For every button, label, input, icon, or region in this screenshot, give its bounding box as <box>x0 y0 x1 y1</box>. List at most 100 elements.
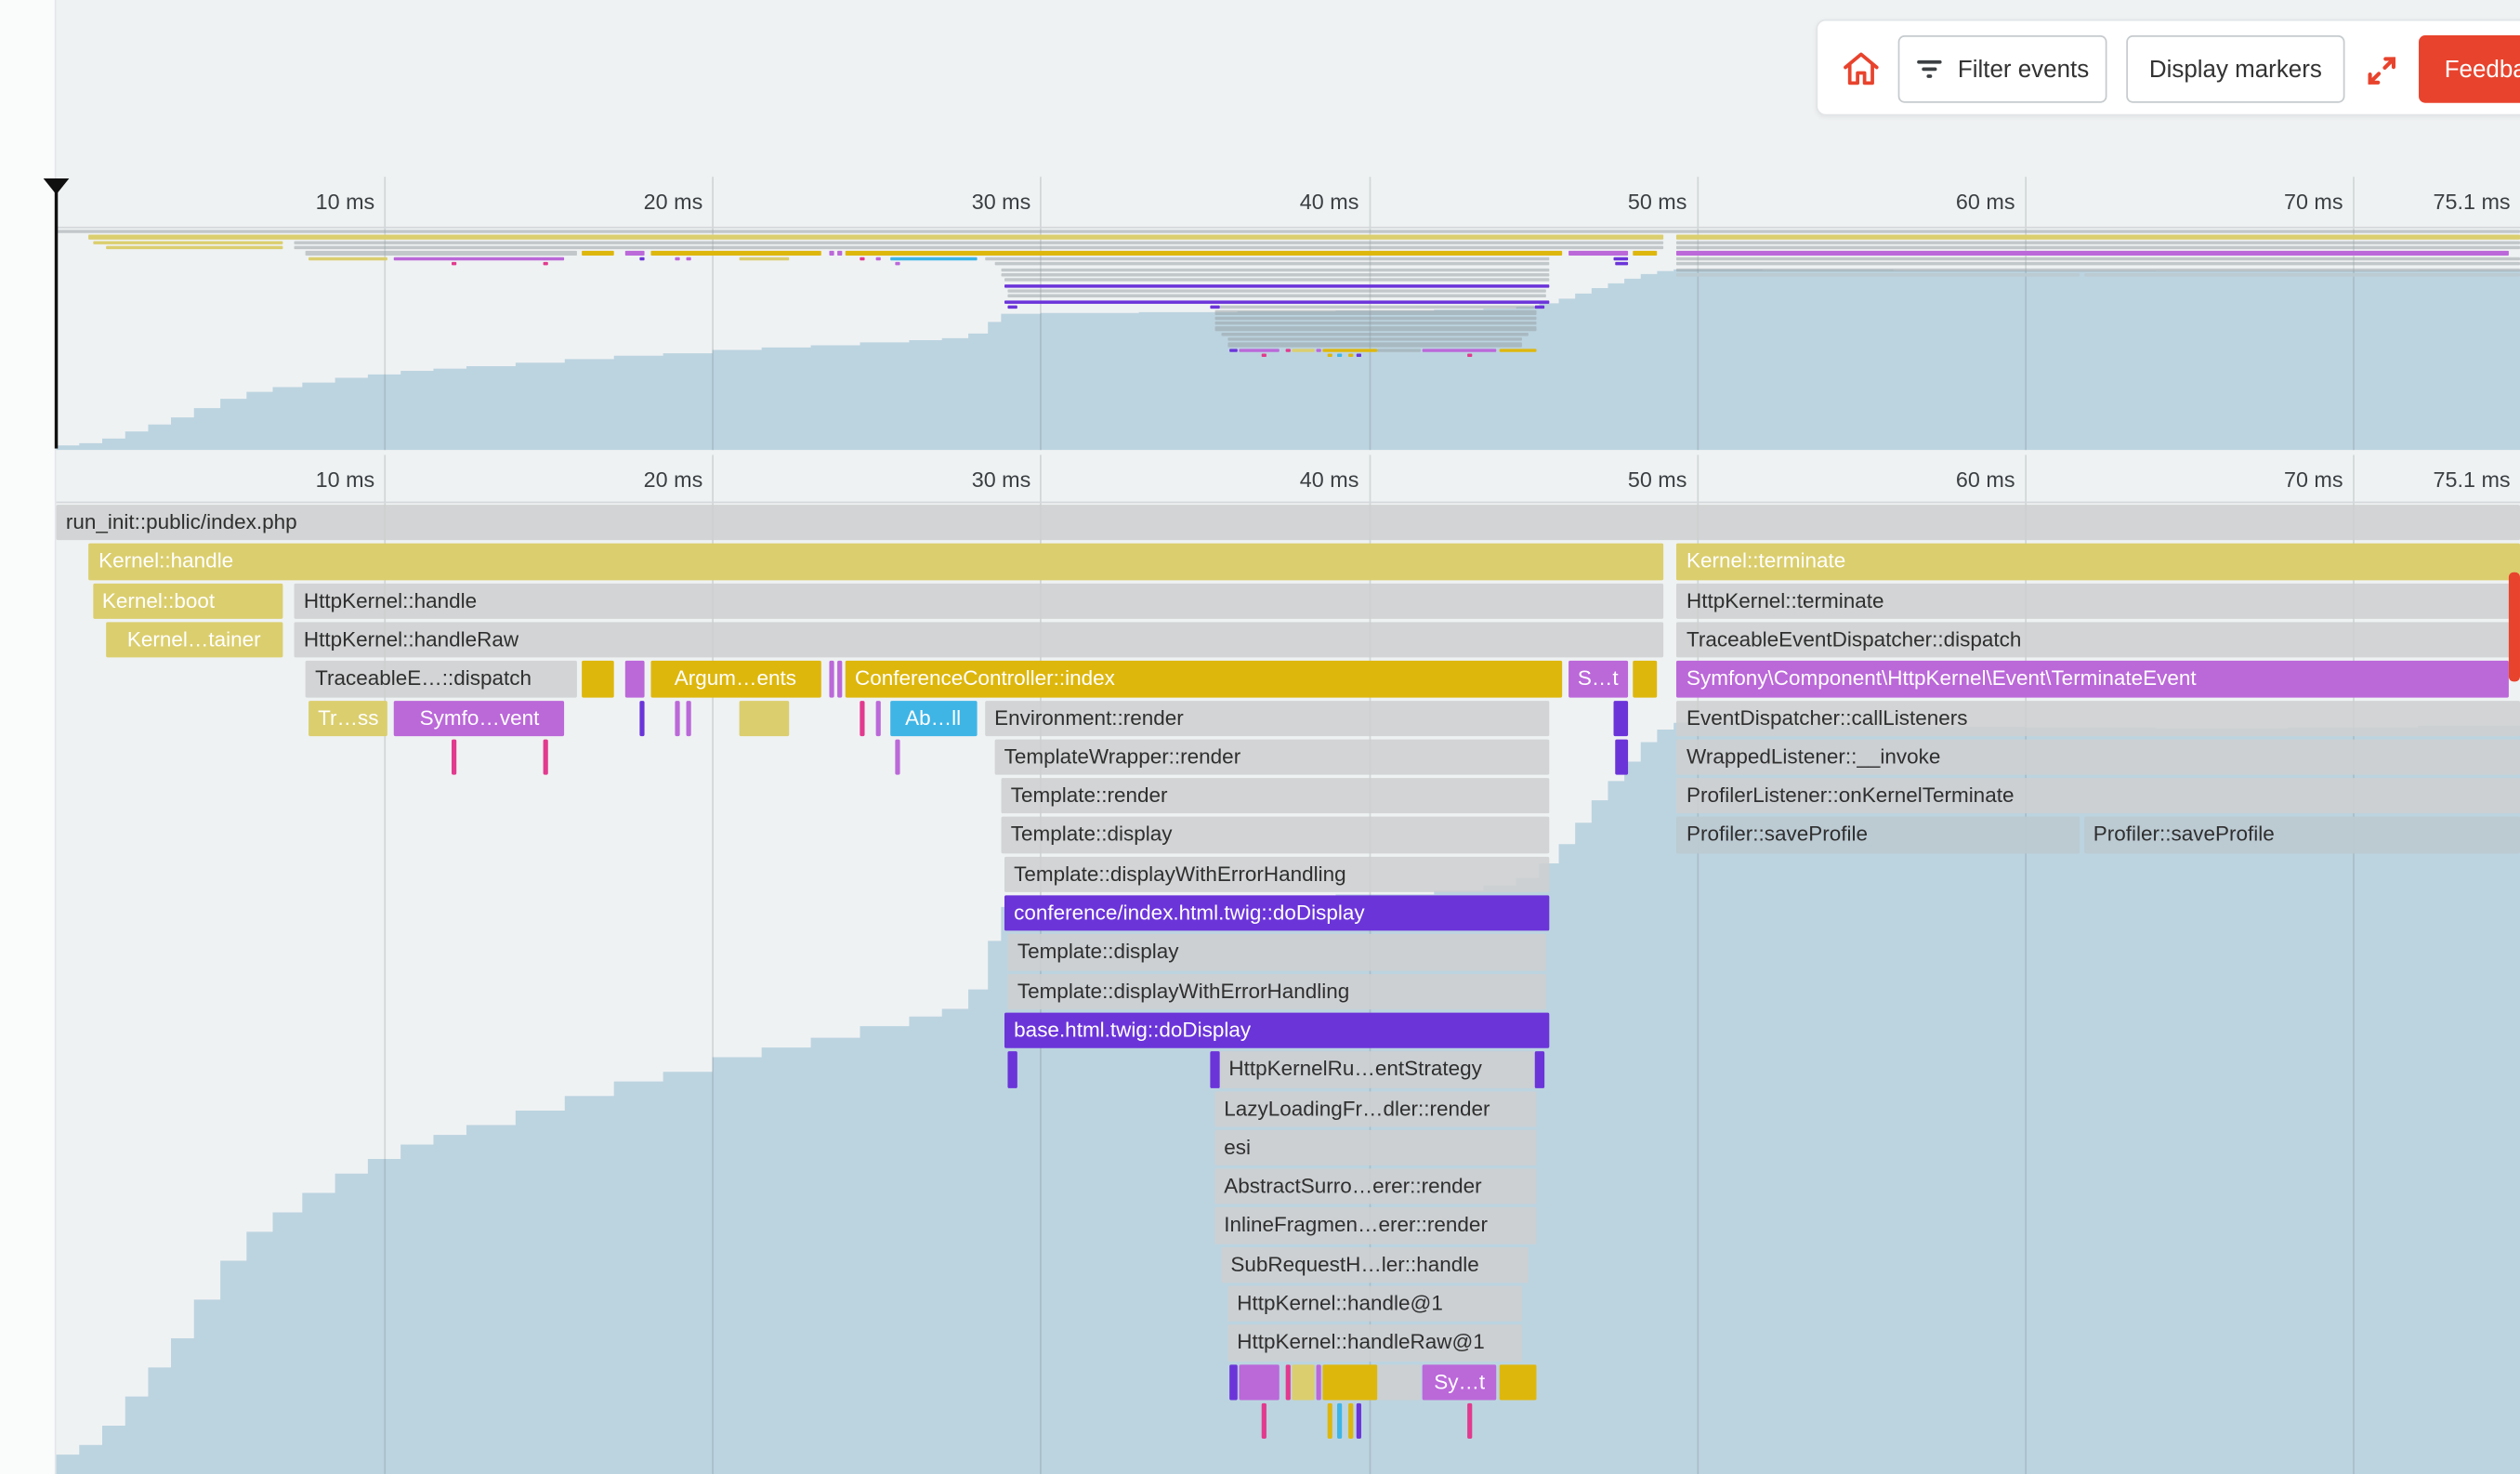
minimap-tick-label: 40 ms <box>1230 183 1358 222</box>
timeline-span[interactable]: Ab…ll <box>889 700 977 736</box>
timeline-span[interactable]: base.html.twig::doDisplay <box>1004 1012 1549 1048</box>
fullscreen-icon[interactable] <box>2361 51 2403 90</box>
timeline-span[interactable]: Tr…ss <box>308 700 387 736</box>
minimap-span <box>1534 305 1544 309</box>
home-icon[interactable] <box>1837 46 1885 91</box>
timeline-span[interactable] <box>1613 700 1628 736</box>
timeline-span[interactable] <box>1007 1051 1017 1087</box>
timeline-span[interactable]: conference/index.html.twig::doDisplay <box>1004 895 1549 931</box>
minimap-span <box>544 262 548 266</box>
timeline-span[interactable]: WrappedListener::__invoke <box>1677 739 2520 775</box>
timeline-span[interactable] <box>1239 1364 1280 1401</box>
timeline-span[interactable]: TraceableEventDispatcher::dispatch <box>1677 622 2520 658</box>
minimap-span <box>1004 283 1549 287</box>
timeline-span[interactable] <box>1500 1364 1536 1401</box>
timeline-span[interactable]: Kernel::boot <box>92 583 282 619</box>
timeline-span[interactable]: esi <box>1214 1130 1536 1166</box>
timeline-span[interactable]: EventDispatcher::callListeners <box>1677 700 2520 736</box>
timeline-span[interactable]: TraceableE…::dispatch <box>306 661 578 697</box>
timeline-span[interactable] <box>1349 1403 1354 1440</box>
timeline-span[interactable] <box>1285 1364 1290 1401</box>
timeline-span[interactable]: Template::render <box>1001 778 1549 814</box>
timeline-span[interactable] <box>1210 1051 1220 1087</box>
timeline-span[interactable] <box>895 739 899 775</box>
minimap-span <box>1007 289 1545 293</box>
timeline-span[interactable]: Profiler::saveProfile <box>2083 817 2520 853</box>
timeline-rows: run_init::public/index.phpKernel::handle… <box>57 454 2520 1474</box>
minimap-span <box>1214 310 1536 314</box>
timeline-span[interactable] <box>1534 1051 1544 1087</box>
timeline-span[interactable]: Template::displayWithErrorHandling <box>1007 973 1545 1009</box>
timeline-span[interactable] <box>837 661 842 697</box>
minimap-span <box>625 251 645 255</box>
timeline-span[interactable]: HttpKernel::handleRaw <box>295 622 1664 658</box>
timeline-span-label: TemplateWrapper::render <box>994 739 1549 775</box>
timeline-span[interactable]: InlineFragmen…erer::render <box>1214 1208 1536 1244</box>
timeline-span[interactable] <box>829 661 833 697</box>
timeline-span[interactable] <box>1328 1403 1332 1440</box>
timeline-span[interactable]: Template::displayWithErrorHandling <box>1004 856 1549 892</box>
scrollbar-thumb[interactable] <box>2509 572 2520 682</box>
minimap-span <box>1328 354 1332 358</box>
timeline-span[interactable]: Template::display <box>1001 817 1549 853</box>
timeline-span[interactable]: HttpKernel::handleRaw@1 <box>1227 1325 1523 1362</box>
timeline-span[interactable] <box>1262 1403 1267 1440</box>
timeline-span[interactable] <box>544 739 548 775</box>
filter-events-button[interactable]: Filter events <box>1898 35 2107 103</box>
timeline-span[interactable] <box>1337 1403 1342 1440</box>
timeline-span[interactable] <box>625 661 645 697</box>
timeline-span[interactable] <box>675 700 679 736</box>
timeline-span[interactable] <box>1377 1364 1422 1401</box>
minimap-span <box>1227 343 1523 347</box>
timeline-span[interactable]: ConferenceController::index <box>846 661 1562 697</box>
display-markers-button[interactable]: Display markers <box>2126 35 2344 103</box>
timeline-span[interactable] <box>686 700 690 736</box>
timeline-span[interactable]: Symfo…vent <box>394 700 564 736</box>
timeline-span[interactable]: Kernel::handle <box>89 544 1664 580</box>
timeline-span-label: Template::displayWithErrorHandling <box>1004 856 1549 892</box>
timeline-span[interactable] <box>1633 661 1657 697</box>
timeline-span[interactable]: run_init::public/index.php <box>57 505 2520 541</box>
timeline-span[interactable]: HttpKernel::handle <box>295 583 1664 619</box>
timeline-span[interactable] <box>1467 1403 1472 1440</box>
timeline-span[interactable]: Kernel…tainer <box>105 622 282 658</box>
timeline-span[interactable] <box>1322 1364 1376 1401</box>
minimap-span <box>1007 295 1545 298</box>
timeline-span[interactable] <box>860 700 864 736</box>
timeline-span[interactable]: Symfony\Component\HttpKernel\Event\Termi… <box>1677 661 2509 697</box>
timeline-span[interactable]: ProfilerListener::onKernelTerminate <box>1677 778 2520 814</box>
timeline-span[interactable]: SubRequestH…ler::handle <box>1221 1247 1528 1283</box>
timeline-span[interactable]: Environment::render <box>985 700 1549 736</box>
minimap-span <box>1677 273 2080 277</box>
timeline-span[interactable]: Argum…ents <box>650 661 820 697</box>
timeline-span[interactable] <box>1357 1403 1361 1440</box>
ruler-tick-label: 40 ms <box>1230 461 1358 500</box>
timeline-span[interactable] <box>739 700 790 736</box>
timeline-span[interactable]: Template::display <box>1007 934 1545 970</box>
timeline-span[interactable]: Profiler::saveProfile <box>1677 817 2080 853</box>
timeline-span[interactable] <box>640 700 645 736</box>
minimap-span <box>394 257 564 260</box>
timeline-span[interactable]: HttpKernel::handle@1 <box>1227 1286 1523 1323</box>
selection-handle-line[interactable] <box>55 178 58 449</box>
timeline-span[interactable] <box>876 700 881 736</box>
timeline-span[interactable] <box>1292 1364 1315 1401</box>
timeline-span[interactable]: S…t <box>1568 661 1627 697</box>
timeline-span[interactable]: TemplateWrapper::render <box>994 739 1549 775</box>
timeline-span[interactable] <box>581 661 613 697</box>
timeline-span[interactable] <box>452 739 456 775</box>
timeline-span[interactable]: AbstractSurro…erer::render <box>1214 1169 1536 1205</box>
timeline-span[interactable]: Kernel::terminate <box>1677 544 2520 580</box>
timeline-span[interactable]: HttpKernelRu…entStrategy <box>1219 1051 1534 1087</box>
timeline-span[interactable]: HttpKernel::terminate <box>1677 583 2520 619</box>
minimap-span <box>1337 354 1342 358</box>
timeline-span[interactable]: Sy…t <box>1423 1364 1496 1401</box>
timeline-span[interactable]: LazyLoadingFr…dler::render <box>1214 1091 1536 1127</box>
timeline-span[interactable] <box>1615 739 1628 775</box>
timeline-span[interactable] <box>1316 1364 1320 1401</box>
timeline-span-label: Kernel…tainer <box>105 622 282 658</box>
timeline-span-label: Template::display <box>1007 934 1545 970</box>
timeline-span[interactable] <box>1229 1364 1238 1401</box>
feedback-button[interactable]: Feedback <box>2419 35 2520 103</box>
timeline-minimap[interactable]: 10 ms20 ms30 ms40 ms50 ms60 ms70 ms75.1 … <box>57 177 2520 450</box>
